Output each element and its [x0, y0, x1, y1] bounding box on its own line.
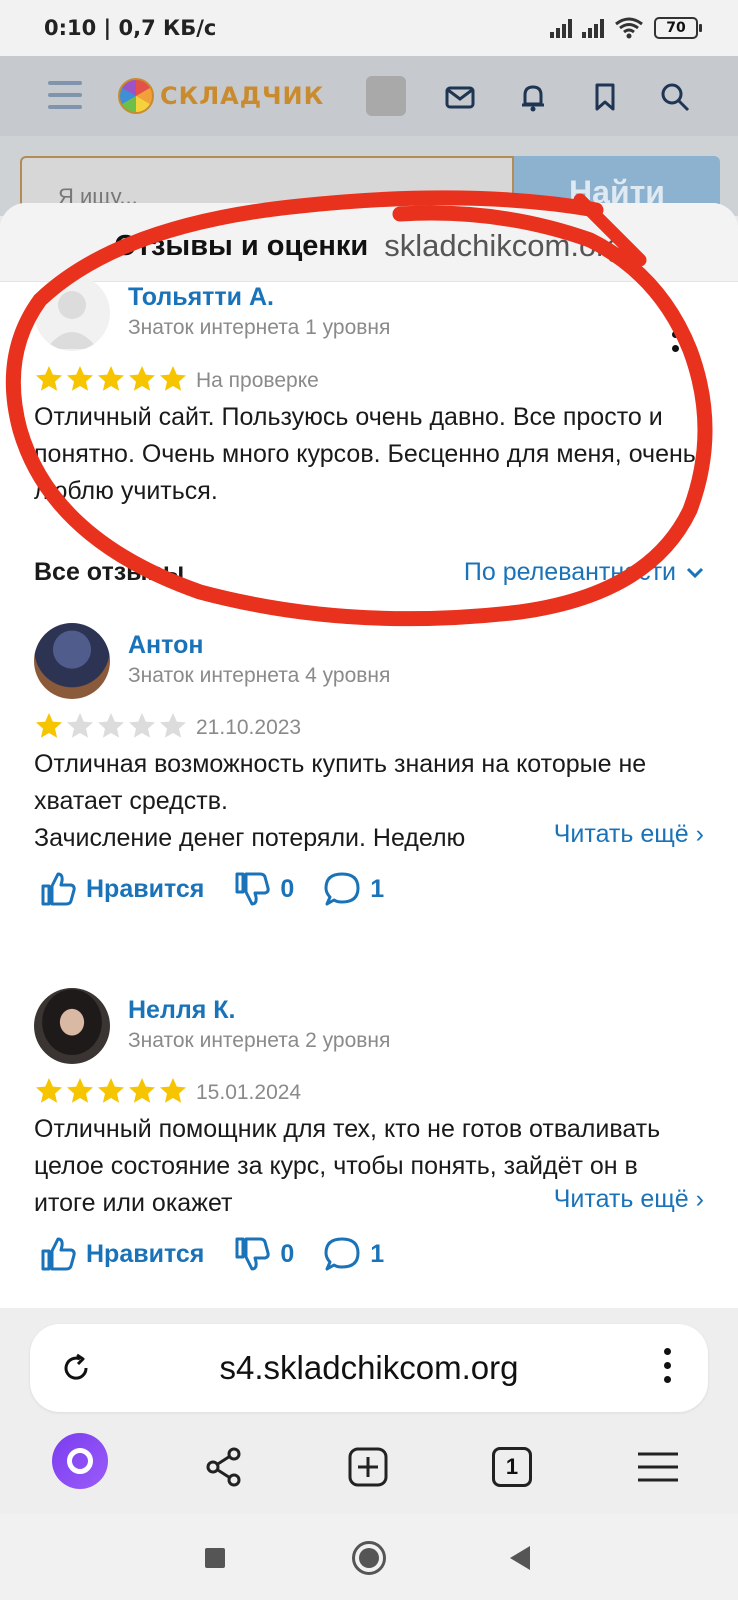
- site-logo[interactable]: СКЛАДЧИК: [118, 78, 324, 114]
- share-button[interactable]: [196, 1442, 252, 1492]
- sheet-title: Отзывы и оценки: [114, 229, 369, 262]
- avatar: [34, 988, 110, 1064]
- star-filled-icon: [36, 366, 62, 391]
- dislike-button[interactable]: 0: [232, 869, 294, 909]
- star-filled-icon: [36, 1078, 62, 1103]
- battery-icon: 70: [654, 17, 702, 39]
- plus-square-icon: [348, 1447, 388, 1487]
- review-author-level: Знаток интернета 4 уровня: [128, 664, 391, 687]
- logo-icon: [118, 78, 154, 114]
- comment-count: 1: [370, 1239, 385, 1268]
- review-text: Отличный сайт. Пользуюсь очень давно. Вс…: [34, 403, 696, 505]
- url-text: s4.skladchikcom.org: [219, 1349, 519, 1386]
- star-filled-icon: [160, 366, 186, 391]
- bookmark-icon[interactable]: [588, 80, 622, 114]
- new-tab-button[interactable]: [340, 1442, 396, 1492]
- like-button[interactable]: Нравится: [38, 1234, 204, 1274]
- star-filled-icon: [129, 1078, 155, 1103]
- review-author[interactable]: Тольятти А.: [128, 283, 274, 312]
- like-button[interactable]: Нравится: [38, 869, 204, 909]
- home-icon[interactable]: [352, 1541, 386, 1575]
- logo-text: СКЛАДЧИК: [160, 82, 325, 110]
- alice-button[interactable]: [52, 1433, 108, 1489]
- dislike-count: 0: [280, 1239, 295, 1268]
- system-nav-bar: [0, 1514, 738, 1600]
- review-actions: Нравится 0 1: [38, 1234, 412, 1274]
- sort-dropdown[interactable]: По релевантности: [464, 558, 704, 587]
- site-header: СКЛАДЧИК: [0, 56, 738, 136]
- sheet-header: Отзывы и оценки skladchikcom.org: [0, 203, 738, 282]
- review-menu-icon[interactable]: [672, 317, 680, 359]
- comment-icon: [324, 872, 360, 906]
- star-empty-icon: [129, 713, 155, 738]
- review-author-level: Знаток интернета 1 уровня: [128, 316, 391, 339]
- share-icon: [206, 1447, 241, 1487]
- menu-icon[interactable]: [48, 81, 82, 117]
- alice-icon: [52, 1433, 108, 1489]
- reload-icon[interactable]: [60, 1352, 92, 1384]
- review-status: На проверке: [196, 369, 319, 392]
- signal-icon: [550, 18, 572, 38]
- like-label: Нравится: [86, 1239, 205, 1268]
- wifi-icon: [615, 17, 643, 39]
- status-time: 0:10 | 0,7 КБ/с: [44, 16, 217, 40]
- mail-icon[interactable]: [443, 80, 477, 114]
- star-filled-icon: [98, 1078, 124, 1103]
- star-filled-icon: [67, 366, 93, 391]
- tabs-count: 1: [492, 1447, 532, 1487]
- avatar: [34, 275, 110, 351]
- signal-icon-2: [582, 18, 604, 38]
- review-author-level: Знаток интернета 2 уровня: [128, 1029, 391, 1052]
- thumbs-down-icon: [235, 872, 271, 906]
- star-empty-icon: [67, 713, 93, 738]
- star-filled-icon: [36, 713, 62, 738]
- search-icon[interactable]: [658, 80, 692, 114]
- browser-url-bar: s4.skladchikcom.org: [0, 1308, 738, 1420]
- user-avatar[interactable]: [366, 76, 406, 116]
- status-bar: 0:10 | 0,7 КБ/с 70: [0, 0, 738, 56]
- thumbs-up-icon: [41, 1237, 76, 1271]
- star-empty-icon: [160, 713, 186, 738]
- review-author[interactable]: Антон: [128, 631, 203, 660]
- hamburger-icon: [638, 1452, 678, 1482]
- chevron-down-icon: [686, 567, 704, 578]
- browser-toolbar: 1: [0, 1420, 738, 1514]
- avatar: [34, 623, 110, 699]
- read-more-link[interactable]: Читать ещё ›: [545, 820, 704, 849]
- rating-stars: [34, 364, 188, 394]
- comment-icon: [324, 1237, 360, 1271]
- star-filled-icon: [160, 1078, 186, 1103]
- back-icon[interactable]: [510, 1546, 530, 1570]
- review-date: 21.10.2023: [196, 716, 302, 739]
- sort-label: По релевантности: [463, 558, 676, 586]
- review-actions: Нравится 0 1: [38, 869, 412, 909]
- star-filled-icon: [129, 366, 155, 391]
- star-empty-icon: [98, 713, 124, 738]
- like-label: Нравится: [86, 874, 205, 903]
- comments-button[interactable]: 1: [322, 1234, 384, 1274]
- review-date: 15.01.2024: [196, 1081, 302, 1104]
- review-author[interactable]: Нелля К.: [128, 996, 235, 1025]
- rating-stars: [34, 1076, 188, 1106]
- star-filled-icon: [67, 1078, 93, 1103]
- recents-icon[interactable]: [205, 1548, 225, 1568]
- all-reviews-title: Все отзывы: [34, 558, 185, 586]
- dislike-count: 0: [280, 874, 295, 903]
- all-reviews-header: Все отзывы По релевантности: [34, 558, 704, 587]
- read-more-link[interactable]: Читать ещё ›: [545, 1185, 704, 1214]
- rating-stars: [34, 711, 188, 741]
- dislike-button[interactable]: 0: [232, 1234, 294, 1274]
- comments-button[interactable]: 1: [322, 869, 384, 909]
- comment-count: 1: [370, 874, 385, 903]
- thumbs-up-icon: [41, 872, 76, 906]
- thumbs-down-icon: [235, 1237, 271, 1271]
- sheet-site: skladchikcom.org: [384, 228, 624, 263]
- bell-icon[interactable]: [516, 80, 550, 114]
- tabs-button[interactable]: 1: [484, 1442, 540, 1492]
- browser-menu-icon[interactable]: [664, 1348, 672, 1390]
- browser-main-menu-button[interactable]: [630, 1442, 686, 1492]
- reviews-sheet: Отзывы и оценки skladchikcom.org Тольятт…: [0, 203, 738, 1308]
- address-field[interactable]: s4.skladchikcom.org: [30, 1324, 708, 1412]
- star-filled-icon: [98, 366, 124, 391]
